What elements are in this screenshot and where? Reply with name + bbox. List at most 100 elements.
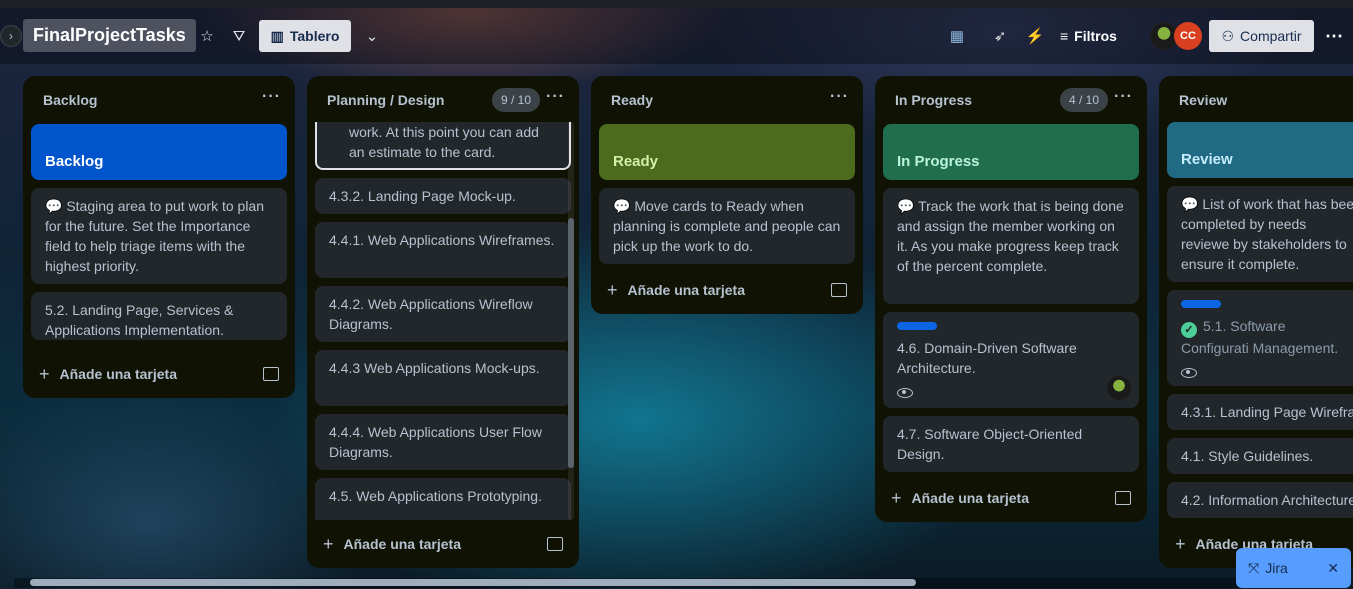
card-title: 4.4.2. Web Applications Wireflow Diagram… bbox=[329, 296, 533, 332]
list-title[interactable]: Review bbox=[1179, 92, 1227, 108]
list-scrollbar[interactable] bbox=[568, 122, 574, 520]
list-item[interactable]: 4.1. Style Guidelines. bbox=[1167, 438, 1353, 474]
card-label[interactable] bbox=[897, 322, 937, 330]
list-item[interactable]: 4.3.2. Landing Page Mock-up. bbox=[315, 178, 571, 214]
list-title[interactable]: Planning / Design bbox=[327, 92, 444, 108]
cover-card[interactable]: In Progress bbox=[883, 124, 1139, 180]
jira-banner[interactable]: ⤧ Jira ✕ bbox=[1236, 548, 1351, 588]
visibility-icon[interactable]: ⛛ bbox=[227, 24, 251, 48]
card-title: 5.2. Landing Page, Services & Applicatio… bbox=[45, 302, 234, 338]
card-title: 4.7. Software Object-Oriented Design. bbox=[897, 426, 1083, 462]
power-up-icon[interactable]: ▦ bbox=[945, 24, 969, 48]
list-item[interactable]: ✓ 5.1. Software Configurati Management. bbox=[1167, 290, 1353, 386]
filter-icon: ≡ bbox=[1060, 28, 1069, 44]
card-title: 4.3.2. Landing Page Mock-up. bbox=[329, 188, 516, 204]
scrollbar-thumb[interactable] bbox=[568, 218, 574, 468]
list-item[interactable]: 4.4.3 Web Applications Mock-ups. bbox=[315, 350, 571, 406]
board-horizontal-scrollbar[interactable] bbox=[14, 578, 1339, 588]
filters-button[interactable]: ≡ Filtros bbox=[1060, 24, 1117, 48]
add-person-icon: ⚇ bbox=[1221, 27, 1235, 44]
avatar-initials[interactable]: CC bbox=[1174, 22, 1202, 50]
list-item[interactable]: 4.6. Domain-Driven Software Architecture… bbox=[883, 312, 1139, 408]
expand-sidebar-icon[interactable]: › bbox=[0, 25, 22, 47]
template-icon[interactable] bbox=[831, 283, 847, 297]
list-item[interactable]: 4.5. Web Applications Prototyping. bbox=[315, 478, 571, 520]
card-title: 4.1. Style Guidelines. bbox=[1181, 448, 1314, 464]
close-icon[interactable]: ✕ bbox=[1327, 560, 1339, 577]
list-header: Review bbox=[1159, 76, 1353, 124]
card-title: 💬 Move cards to Ready when planning is c… bbox=[613, 198, 841, 254]
card-title: 4.3.1. Landing Page Wirefran bbox=[1181, 404, 1353, 420]
cover-title: Ready bbox=[613, 153, 659, 170]
list-planning-design: Planning / Design 9 / 10 ··· work. At th… bbox=[307, 76, 579, 568]
avatar[interactable] bbox=[1107, 376, 1131, 400]
board-header: › FinalProjectTasks ☆ ⛛ ▥ Tablero ⌄ ▦ ➶ … bbox=[0, 8, 1353, 64]
list-item[interactable]: 💬 Move cards to Ready when planning is c… bbox=[599, 188, 855, 264]
cover-card[interactable]: Backlog bbox=[31, 124, 287, 180]
add-card-label: Añade una tarjeta bbox=[343, 536, 461, 552]
watch-icon bbox=[1181, 368, 1197, 378]
view-switcher-button[interactable]: ▥ Tablero bbox=[259, 20, 351, 52]
add-card-button[interactable]: + Añade una tarjeta bbox=[891, 486, 1029, 510]
list-menu-icon[interactable]: ··· bbox=[1114, 88, 1133, 106]
list-item[interactable]: 5.2. Landing Page, Services & Applicatio… bbox=[31, 292, 287, 340]
list-review: Review Review 💬 List of work that has be… bbox=[1159, 76, 1353, 568]
list-cards-scroll-area[interactable]: work. At this point you can add an estim… bbox=[307, 122, 579, 520]
card-title: 4.4.1. Web Applications Wireframes. bbox=[329, 232, 555, 248]
card-count-badge: 4 / 10 bbox=[1060, 88, 1109, 112]
share-button[interactable]: ⚇ Compartir bbox=[1209, 20, 1314, 52]
cover-card[interactable]: Ready bbox=[599, 124, 855, 180]
cover-title: Review bbox=[1181, 151, 1233, 168]
list-item[interactable]: 4.4.2. Web Applications Wireflow Diagram… bbox=[315, 286, 571, 342]
list-item[interactable]: 4.4.1. Web Applications Wireframes. bbox=[315, 222, 571, 278]
card-title: 💬 Staging area to put work to plan for t… bbox=[45, 198, 265, 274]
template-icon[interactable] bbox=[547, 537, 563, 551]
add-card-label: Añade una tarjeta bbox=[627, 282, 745, 298]
view-label: Tablero bbox=[289, 28, 340, 44]
list-item[interactable]: 4.4.4. Web Applications User Flow Diagra… bbox=[315, 414, 571, 470]
top-bar bbox=[0, 0, 1353, 8]
template-icon[interactable] bbox=[1115, 491, 1131, 505]
automation-icon[interactable]: ⚡ bbox=[1023, 24, 1047, 48]
chevron-down-icon[interactable]: ⌄ bbox=[360, 24, 384, 48]
jira-label: Jira bbox=[1265, 560, 1288, 576]
plus-icon: + bbox=[607, 279, 618, 300]
jira-icon: ⤧ bbox=[1248, 559, 1260, 576]
template-icon[interactable] bbox=[263, 367, 279, 381]
list-menu-icon[interactable]: ··· bbox=[262, 88, 281, 106]
add-card-button[interactable]: + Añade una tarjeta bbox=[323, 532, 461, 556]
cover-title: In Progress bbox=[897, 153, 980, 170]
list-item[interactable]: 4.2. Information Architecture bbox=[1167, 482, 1353, 518]
list-item[interactable]: work. At this point you can add an estim… bbox=[315, 122, 571, 170]
card-title: 4.5. Web Applications Prototyping. bbox=[329, 488, 542, 504]
card-label[interactable] bbox=[1181, 300, 1221, 308]
list-item[interactable]: 💬 Track the work that is being done and … bbox=[883, 188, 1139, 304]
list-title[interactable]: Ready bbox=[611, 92, 653, 108]
card-title-text: 5.1. Software Configurati Management. bbox=[1181, 318, 1339, 356]
list-header: Backlog ··· bbox=[23, 76, 295, 124]
add-card-button[interactable]: + Añade una tarjeta bbox=[607, 278, 745, 302]
add-card-label: Añade una tarjeta bbox=[59, 366, 177, 382]
card-title: work. At this point you can add an estim… bbox=[349, 124, 539, 160]
card-title: 4.4.3 Web Applications Mock-ups. bbox=[329, 360, 540, 376]
more-options-icon[interactable]: ⋯ bbox=[1322, 24, 1346, 48]
star-icon[interactable]: ☆ bbox=[195, 24, 219, 48]
filters-label: Filtros bbox=[1074, 28, 1117, 44]
cover-card[interactable]: Review bbox=[1167, 122, 1353, 178]
list-menu-icon[interactable]: ··· bbox=[830, 88, 849, 106]
board-title[interactable]: FinalProjectTasks bbox=[23, 19, 196, 52]
add-card-button[interactable]: + Añade una tarjeta bbox=[39, 362, 177, 386]
list-item[interactable]: 4.3.1. Landing Page Wirefran bbox=[1167, 394, 1353, 430]
plus-icon: + bbox=[39, 363, 50, 384]
plus-icon: + bbox=[1175, 533, 1186, 554]
list-item[interactable]: 4.7. Software Object-Oriented Design. bbox=[883, 416, 1139, 472]
plus-icon: + bbox=[323, 533, 334, 554]
list-title[interactable]: Backlog bbox=[43, 92, 97, 108]
list-ready: Ready ··· Ready 💬 Move cards to Ready wh… bbox=[591, 76, 863, 314]
rocket-icon[interactable]: ➶ bbox=[988, 24, 1012, 48]
list-item[interactable]: 💬 Staging area to put work to plan for t… bbox=[31, 188, 287, 284]
list-title[interactable]: In Progress bbox=[895, 92, 972, 108]
list-menu-icon[interactable]: ··· bbox=[546, 88, 565, 106]
scrollbar-thumb[interactable] bbox=[30, 579, 916, 586]
list-item[interactable]: 💬 List of work that has bee completed by… bbox=[1167, 186, 1353, 282]
